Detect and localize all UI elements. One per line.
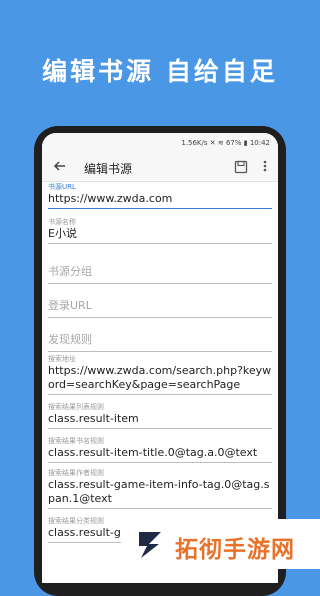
field-search-name-rule[interactable]: 搜索结果书名规则 class.result-item-title.0@tag.a… xyxy=(48,437,272,463)
field-label: 书源URL xyxy=(48,183,76,191)
field-search-list-rule[interactable]: 搜索结果列表规则 class.result-item xyxy=(48,403,272,429)
search-author-rule-input[interactable]: class.result-game-item-info-tag.0@tag.sp… xyxy=(48,478,272,509)
app-bar-title: 编辑书源 xyxy=(84,162,133,176)
more-options-icon[interactable] xyxy=(261,158,269,174)
field-source-group[interactable]: 书源分组 xyxy=(48,265,272,284)
field-discover-rule[interactable]: 发现规则 xyxy=(48,333,272,352)
field-label: 搜索结果作者规则 xyxy=(48,469,104,477)
discover-rule-input[interactable]: 发现规则 xyxy=(48,333,272,352)
battery-percent: 67% xyxy=(225,139,242,147)
source-url-input[interactable]: https://www.zwda.com xyxy=(48,192,272,209)
field-source-url[interactable]: 书源URL https://www.zwda.com xyxy=(48,183,272,209)
app-bar: 编辑书源 xyxy=(42,153,278,182)
field-search-author-rule[interactable]: 搜索结果作者规则 class.result-game-item-info-tag… xyxy=(48,469,272,509)
field-label: 搜索结果书名规则 xyxy=(48,437,104,445)
field-label: 搜索地址 xyxy=(48,355,76,363)
back-arrow-icon[interactable] xyxy=(52,158,68,174)
field-source-name[interactable]: 书源名称 E小说 xyxy=(48,218,272,244)
field-label: 搜索结果列表规则 xyxy=(48,403,104,411)
field-label: 书源名称 xyxy=(48,218,76,226)
status-bar: 1.56K/s ✕ ≋ 67% ▮ 10:42 xyxy=(42,133,278,153)
net-speed: 1.56K/s xyxy=(181,139,208,147)
search-name-rule-input[interactable]: class.result-item-title.0@tag.a.0@text xyxy=(48,446,272,463)
watermark-logo-icon xyxy=(135,528,165,560)
status-time: 10:42 xyxy=(249,139,270,147)
status-indicators: 1.56K/s ✕ ≋ 67% ▮ 10:42 xyxy=(181,139,270,147)
search-url-input[interactable]: https://www.zwda.com/search.php?keyword=… xyxy=(48,364,272,395)
source-name-input[interactable]: E小说 xyxy=(48,227,272,244)
watermark-text: 拓彻手游网 xyxy=(175,537,295,563)
field-search-url[interactable]: 搜索地址 https://www.zwda.com/search.php?key… xyxy=(48,355,272,395)
promo-title: 编辑书源 自给自足 xyxy=(42,57,278,86)
watermark-badge: 拓彻手游网 xyxy=(121,519,320,569)
save-icon[interactable] xyxy=(234,159,248,174)
mute-icon: ✕ xyxy=(209,139,218,147)
search-list-rule-input[interactable]: class.result-item xyxy=(48,412,272,429)
field-login-url[interactable]: 登录URL xyxy=(48,299,272,318)
login-url-input[interactable]: 登录URL xyxy=(48,299,272,318)
wifi-icon: ≋ xyxy=(217,139,226,147)
app-screen: 1.56K/s ✕ ≋ 67% ▮ 10:42 编辑书源 书源URL https… xyxy=(42,133,278,583)
source-group-input[interactable]: 书源分组 xyxy=(48,265,272,284)
